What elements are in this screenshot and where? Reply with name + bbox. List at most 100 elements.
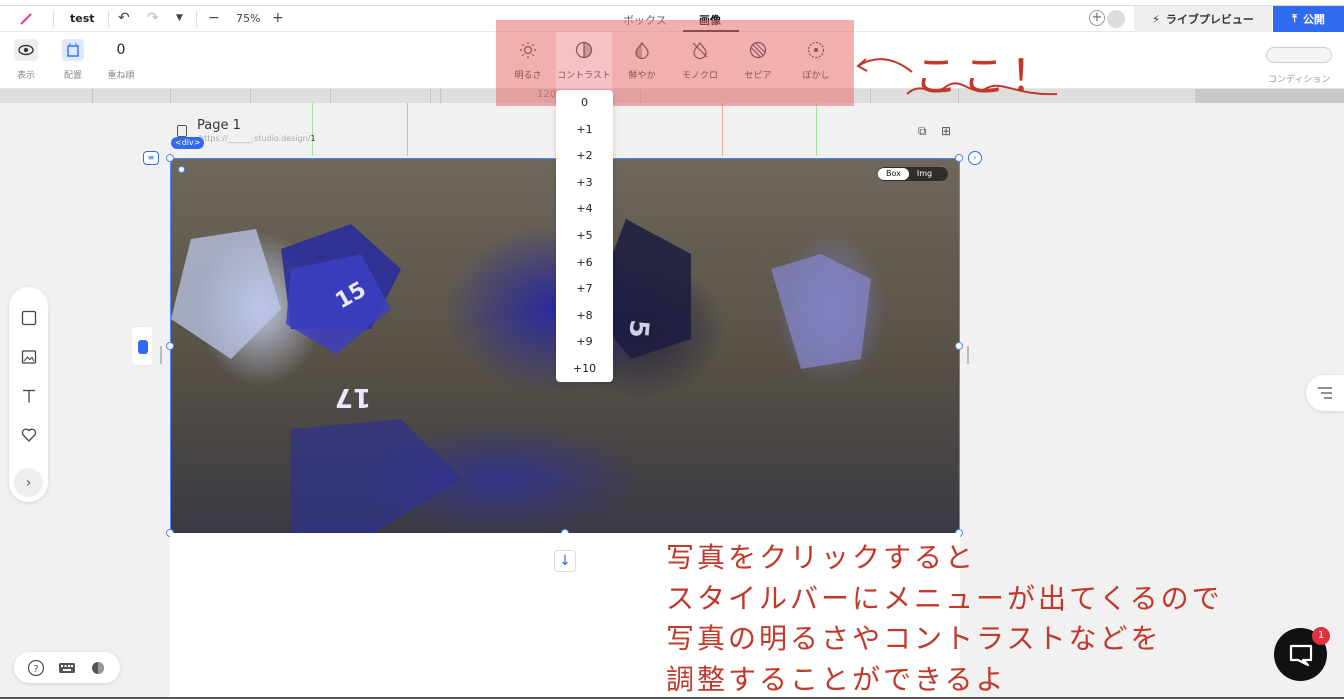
image-icon[interactable]: [19, 347, 38, 366]
sun-icon: [520, 42, 536, 58]
move-down-icon[interactable]: ↓: [554, 550, 576, 572]
add-member-icon[interactable]: +: [1089, 10, 1105, 26]
contrast-option[interactable]: +9: [556, 329, 613, 356]
filter-blur[interactable]: ぼかし: [788, 32, 844, 89]
heart-icon[interactable]: [19, 425, 38, 444]
toggle-box[interactable]: Box: [878, 168, 909, 180]
keyboard-icon[interactable]: [57, 658, 77, 678]
anchor-handle[interactable]: [178, 166, 185, 173]
contrast-option[interactable]: +4: [556, 196, 613, 223]
ruler-overflow: [1195, 89, 1344, 103]
studio-logo-icon[interactable]: [18, 11, 34, 27]
text-icon[interactable]: [19, 386, 38, 405]
layers-icon: [1318, 387, 1332, 399]
filter-label: 鮮やか: [628, 71, 656, 81]
contrast-option[interactable]: +3: [556, 170, 613, 197]
divider: [196, 11, 197, 27]
page-url: https://______.studio.design/1: [199, 134, 316, 143]
resize-handle-tr[interactable]: [955, 154, 963, 162]
annotation-koko: ここ！: [914, 51, 1058, 102]
zoom-out-icon[interactable]: −: [208, 10, 220, 26]
eye-icon: [14, 39, 38, 61]
filter-label: モノクロ: [681, 71, 718, 81]
blur-icon: [807, 41, 825, 59]
lightning-icon: ⚡: [1152, 12, 1160, 26]
svg-text:5: 5: [622, 318, 653, 339]
ruler-tick: [430, 89, 431, 103]
copy-page-icon[interactable]: ⧉: [918, 124, 927, 139]
filter-brightness[interactable]: 明るさ: [500, 32, 556, 89]
resize-handle-tl[interactable]: [166, 154, 174, 162]
condition-label: コンディション: [1268, 75, 1331, 85]
contrast-option[interactable]: +2: [556, 143, 613, 170]
filter-label: コントラスト: [557, 71, 611, 81]
page-title[interactable]: Page 1: [197, 118, 241, 133]
zorder-value: 0: [116, 42, 126, 58]
contrast-option[interactable]: +1: [556, 117, 613, 144]
box-img-toggle[interactable]: Box Img: [878, 167, 948, 181]
resize-handle-r[interactable]: [955, 342, 963, 350]
expand-right-icon[interactable]: ›: [968, 151, 982, 165]
filter-label: 明るさ: [514, 71, 542, 81]
svg-text:?: ?: [33, 664, 38, 675]
saturation-icon: [635, 42, 649, 59]
ruler-tick: [170, 89, 171, 103]
contrast-option[interactable]: +10: [556, 356, 613, 383]
ruler-tick: [250, 89, 251, 103]
monochrome-icon: [692, 42, 708, 59]
undo-icon[interactable]: ↶: [118, 10, 130, 26]
drag-handle-left[interactable]: [160, 346, 162, 364]
position-icon: [62, 39, 84, 61]
drag-handle-right[interactable]: [967, 346, 969, 364]
publish-button[interactable]: ⤒ 公開: [1273, 6, 1344, 32]
page-icon: [177, 125, 187, 137]
ruler-tick: [92, 89, 93, 103]
element-type-badge[interactable]: <div>: [171, 137, 205, 149]
annotation-line: 写真をクリックすると: [666, 541, 977, 574]
upload-icon: ⤒: [1292, 12, 1297, 25]
help-icon[interactable]: ?: [26, 658, 46, 678]
align-menu-icon[interactable]: ≡: [143, 151, 159, 165]
add-page-icon[interactable]: ⊞: [941, 124, 951, 138]
help-toolbar: ?: [14, 652, 120, 683]
filter-saturation[interactable]: 鮮やか: [614, 32, 670, 89]
svg-text:17: 17: [335, 382, 371, 412]
theme-icon[interactable]: [88, 658, 108, 678]
divider: [108, 11, 109, 27]
layout-guide: [407, 103, 408, 156]
resize-handle-l[interactable]: [166, 342, 174, 350]
layers-panel-button[interactable]: [1306, 375, 1344, 411]
zorder-control[interactable]: 0 重ね順: [106, 32, 136, 89]
visibility-label: 表示: [16, 71, 35, 81]
position-control[interactable]: 配置: [60, 32, 86, 89]
redo-icon[interactable]: ↷: [147, 10, 159, 26]
annotation-explanation: 写真をクリックすると スタイルバーにメニューが出てくるので 写真の明るさやコント…: [666, 538, 1223, 699]
project-name[interactable]: test: [70, 12, 95, 25]
contrast-option[interactable]: +8: [556, 303, 613, 330]
condition-toggle[interactable]: [1266, 47, 1332, 63]
live-preview-button[interactable]: ⚡ ライブプレビュー: [1134, 6, 1272, 32]
filter-contrast[interactable]: コントラスト: [556, 32, 612, 89]
contrast-option[interactable]: +6: [556, 250, 613, 277]
annotation-line: スタイルバーにメニューが出てくるので: [666, 581, 1223, 615]
history-dropdown-icon[interactable]: ▼: [176, 13, 183, 23]
avatar[interactable]: [1107, 10, 1125, 28]
filter-sepia[interactable]: セピア: [730, 32, 786, 89]
contrast-option[interactable]: +5: [556, 223, 613, 250]
zoom-level[interactable]: 75%: [236, 12, 260, 25]
chat-icon: [1289, 644, 1312, 666]
annotation-line: 写真の明るさやコントラストなどを: [666, 622, 1162, 655]
box-icon[interactable]: [19, 308, 38, 327]
filter-label: ぼかし: [802, 71, 830, 81]
spacing-control[interactable]: [131, 326, 153, 366]
filter-monochrome[interactable]: モノクロ: [672, 32, 728, 89]
visibility-control[interactable]: 表示: [13, 32, 39, 89]
live-preview-label: ライブプレビュー: [1165, 13, 1254, 26]
toggle-img[interactable]: Img: [909, 168, 940, 180]
contrast-option[interactable]: +7: [556, 276, 613, 303]
contrast-option[interactable]: 0: [556, 90, 613, 117]
chevron-right-icon[interactable]: ›: [14, 468, 43, 497]
zoom-in-icon[interactable]: +: [272, 10, 284, 26]
zorder-label: 重ね順: [107, 71, 135, 81]
divider: [53, 11, 54, 27]
